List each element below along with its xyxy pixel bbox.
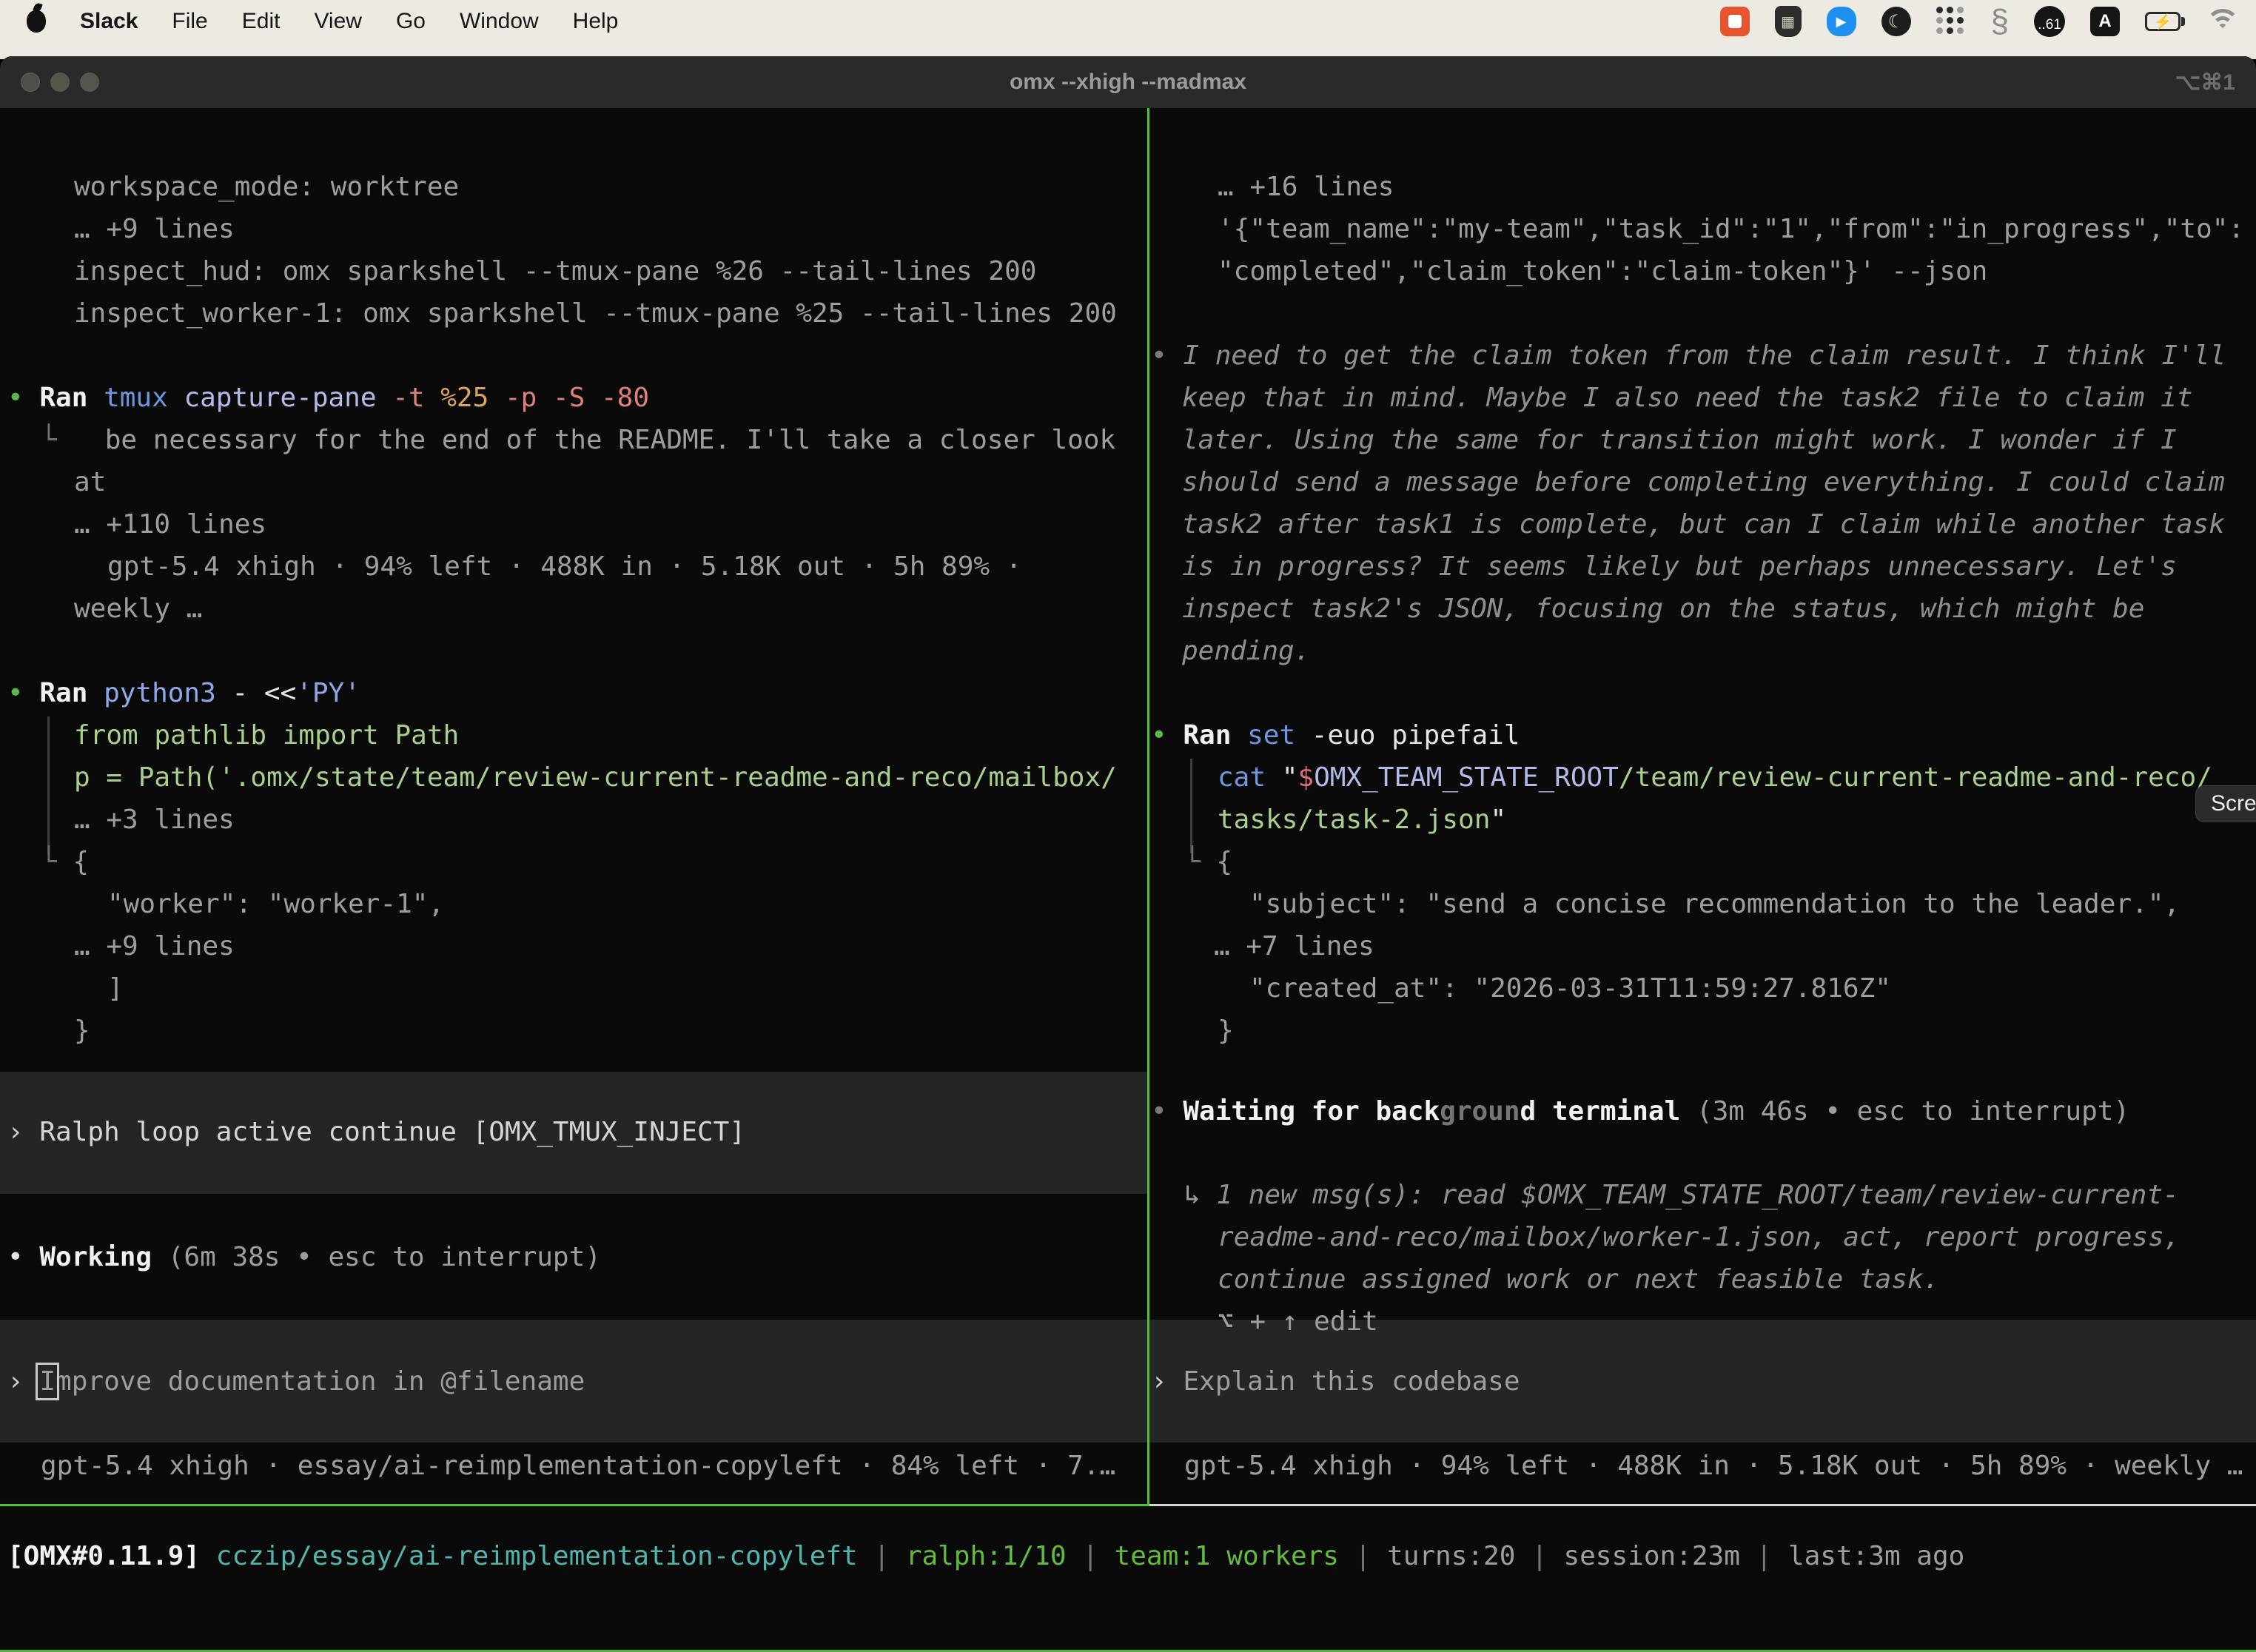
- terminal-line: ↳ 1 new msg(s): read $OMX_TEAM_STATE_ROO…: [1184, 1174, 2179, 1216]
- terminal-line: workspace_mode: worktree: [74, 166, 459, 208]
- menu-item-window[interactable]: Window: [460, 9, 539, 34]
- menu-item-help[interactable]: Help: [573, 9, 619, 34]
- window-title-bar[interactable]: omx --xhigh --madmax ⌥⌘1: [0, 56, 2256, 108]
- menu-items: File Edit View Go Window Help: [172, 9, 618, 34]
- slack-notification-icon[interactable]: [1720, 4, 1750, 38]
- menu-item-app[interactable]: Slack: [80, 9, 138, 34]
- terminal-line: at: [74, 461, 106, 503]
- dots-grid-icon[interactable]: [1936, 4, 1966, 38]
- menu-bar: Slack File Edit View Go Window Help ▦ ▶ ☾ § .…: [0, 0, 2256, 43]
- terminal-line: "created_at": "2026-03-31T11:59:27.816Z": [1249, 967, 1891, 1010]
- terminal-line: ⌥ + ↑ edit: [1218, 1300, 1378, 1343]
- terminal-line: ]: [107, 967, 124, 1010]
- text-cursor: I: [39, 1366, 56, 1397]
- screen-share-pill[interactable]: Scre: [2195, 785, 2256, 822]
- wifi-icon[interactable]: [2206, 4, 2240, 38]
- terminal-line: task2 after task1 is complete, but can I…: [1182, 503, 2225, 545]
- terminal-line: readme-and-reco/mailbox/worker-1.json, a…: [1218, 1216, 2180, 1258]
- terminal-line: gpt-5.4 xhigh · essay/ai-reimplementatio…: [41, 1445, 1115, 1487]
- terminal-line: • Waiting for background terminal (3m 46…: [1151, 1090, 2129, 1132]
- terminal-line: continue assigned work or next feasible …: [1218, 1258, 1939, 1300]
- menu-item-go[interactable]: Go: [396, 9, 426, 34]
- terminal-line: }: [1218, 1010, 1234, 1052]
- terminal-line: gpt-5.4 xhigh · 94% left · 488K in · 5.1…: [107, 545, 1021, 588]
- terminal-line: • Ran tmux capture-pane -t %25 -p -S -80: [7, 377, 649, 419]
- menu-item-edit[interactable]: Edit: [242, 9, 281, 34]
- terminal-line: "worker": "worker-1",: [107, 883, 444, 925]
- terminal-line: … +16 lines: [1218, 166, 1394, 208]
- terminal-line: inspect task2's JSON, focusing on the st…: [1182, 588, 2144, 630]
- terminal-line: … +3 lines: [74, 799, 235, 841]
- terminal-line: cat "$OMX_TEAM_STATE_ROOT/team/review-cu…: [1218, 756, 2212, 799]
- tool-output-connector: [47, 716, 50, 853]
- terminal-line: … +9 lines: [74, 208, 235, 250]
- terminal-line: inspect_worker-1: omx sparkshell --tmux-…: [74, 292, 1117, 335]
- terminal-line: "completed","claim_token":"claim-token"}…: [1218, 250, 1987, 292]
- terminal-line: should send a message before completing …: [1182, 461, 2225, 503]
- window-title: omx --xhigh --madmax: [0, 56, 2256, 108]
- battery-charging-icon[interactable]: ⚡: [2145, 4, 2181, 38]
- terminal-line: from pathlib import Path: [74, 714, 459, 756]
- terminal-line: › Ralph loop active continue [OMX_TMUX_I…: [7, 1111, 745, 1153]
- section-icon[interactable]: §: [1991, 4, 2009, 38]
- terminal-line: later. Using the same for transition mig…: [1182, 419, 2177, 461]
- terminal-line: weekly …: [74, 588, 202, 630]
- pane-divider[interactable]: [1147, 108, 1149, 1506]
- left-pane-border: [0, 1504, 1149, 1506]
- terminal-line: p = Path('.omx/state/team/review-current…: [74, 756, 1117, 799]
- right-pane-border: [1149, 1504, 2256, 1506]
- terminal-line: … +9 lines: [74, 925, 235, 967]
- menu-item-view[interactable]: View: [314, 9, 361, 34]
- terminal-line: "subject": "send a concise recommendatio…: [1249, 883, 2180, 925]
- window-shortcut-hint: ⌥⌘1: [2175, 56, 2235, 108]
- terminal-line: › Explain this codebase: [1151, 1360, 1520, 1403]
- terminal-line: … +110 lines: [74, 503, 266, 545]
- terminal-line: tasks/task-2.json": [1218, 799, 1506, 841]
- terminal-line: '{"team_name":"my-team","task_id":"1","f…: [1218, 208, 2244, 250]
- terminal-line: … +7 lines: [1214, 925, 1374, 967]
- apple-menu-icon[interactable]: [27, 10, 46, 33]
- keyboard-a-icon[interactable]: A: [2090, 4, 2120, 38]
- tool-output-connector: [1190, 759, 1192, 853]
- terminal-line: • Ran python3 - <<'PY': [7, 672, 360, 714]
- terminal-line: keep that in mind. Maybe I also need the…: [1182, 377, 2192, 419]
- terminal-line: › Improve documentation in @filename: [7, 1360, 585, 1403]
- terminal-line: • I need to get the claim token from the…: [1151, 335, 2226, 377]
- terminal-line: is in progress? It seems likely but perh…: [1182, 545, 2177, 588]
- terminal-line: • Working (6m 38s • esc to interrupt): [7, 1236, 601, 1278]
- terminal-line: }: [74, 1010, 90, 1052]
- terminal-line: pending.: [1182, 630, 1310, 672]
- terminal-line: └ be necessary for the end of the README…: [41, 419, 1115, 461]
- terminal-line: [OMX#0.11.9] cczip/essay/ai-reimplementa…: [7, 1535, 1964, 1577]
- badge-61-icon[interactable]: ..61: [2034, 4, 2065, 38]
- terminal-line: gpt-5.4 xhigh · 94% left · 488K in · 5.1…: [1184, 1445, 2243, 1487]
- shield-grid-icon[interactable]: ▦: [1775, 4, 1802, 38]
- terminal-line: └ {: [41, 841, 89, 883]
- terminal-line: • Ran set -euo pipefail: [1151, 714, 1520, 756]
- terminal-line: └ {: [1184, 841, 1232, 883]
- terminal-window[interactable]: omx --xhigh --madmax ⌥⌘1 Scre [omx-cczip…: [0, 56, 2256, 1652]
- menu-item-file[interactable]: File: [172, 9, 207, 34]
- messenger-icon[interactable]: ▶: [1827, 4, 1856, 38]
- terminal-line: inspect_hud: omx sparkshell --tmux-pane …: [74, 250, 1036, 292]
- terminal-content[interactable]: Scre [omx-cczip0:bash* "MacBook-Pro-44.l…: [0, 108, 2256, 1652]
- menu-status-icons: ▦ ▶ ☾ § ..61 A ⚡: [1720, 4, 2256, 38]
- menu-left: Slack File Edit View Go Window Help: [0, 9, 618, 34]
- moon-circle-icon[interactable]: ☾: [1881, 4, 1911, 38]
